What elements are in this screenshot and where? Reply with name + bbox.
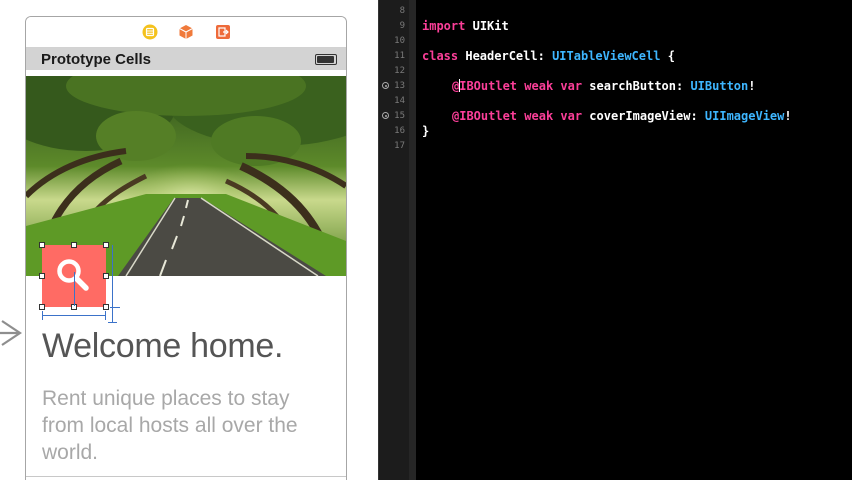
exit-icon[interactable] <box>215 24 231 40</box>
constraint-cap <box>42 311 43 320</box>
selection-handle[interactable] <box>103 304 109 310</box>
selection-handle[interactable] <box>103 242 109 248</box>
code-editor[interactable]: 8 9 10 11 12 13 14 15 16 17 import UIKit… <box>378 0 852 480</box>
selection-handle[interactable] <box>103 273 109 279</box>
code-line-search-outlet[interactable]: @IBOutlet weak var searchButton: UIButto… <box>452 79 755 93</box>
brace: { <box>667 49 675 63</box>
first-responder-icon[interactable] <box>178 24 194 40</box>
class-name: HeaderCell: <box>465 49 545 63</box>
type-name: UIButton <box>690 79 749 93</box>
constraint-cap <box>110 307 120 308</box>
code-line-import[interactable]: import UIKit <box>422 19 509 33</box>
cell-separator <box>26 476 346 477</box>
attribute: IBOutlet <box>459 79 518 93</box>
line-number: 17 <box>394 141 405 151</box>
gutter-divider <box>409 0 416 480</box>
brace: } <box>422 124 430 138</box>
selection-handle[interactable] <box>39 304 45 310</box>
keyword: class <box>422 49 459 63</box>
code-line-cover-outlet[interactable]: @IBOutlet weak var coverImageView: UIIma… <box>452 109 792 123</box>
constraint-cap <box>108 322 117 323</box>
selection-handle[interactable] <box>71 242 77 248</box>
outlet-connection-icon[interactable] <box>382 112 389 119</box>
navigation-bar: Prototype Cells <box>26 48 346 70</box>
keyword: weak var <box>524 109 583 123</box>
code-line-class[interactable]: class HeaderCell: UITableViewCell { <box>422 49 675 63</box>
outlet-connection-icon[interactable] <box>382 82 389 89</box>
punctuation: ! <box>748 79 756 93</box>
keyword: weak var <box>524 79 583 93</box>
entry-point-arrow-icon <box>0 320 22 346</box>
constraint-line[interactable] <box>74 272 75 306</box>
table-view-controller-scene[interactable]: Prototype Cells Welcome home. Rent uniqu… <box>25 16 347 480</box>
width-constraint-line[interactable] <box>42 315 106 316</box>
selection-handle[interactable] <box>39 242 45 248</box>
attribute: @IBOutlet <box>452 109 518 123</box>
storyboard-canvas[interactable]: Prototype Cells Welcome home. Rent uniqu… <box>0 0 378 480</box>
punctuation: ! <box>784 109 792 123</box>
module-name: UIKit <box>472 19 509 33</box>
constraint-cap <box>105 311 106 320</box>
line-number: 14 <box>394 96 405 106</box>
code-line-close[interactable]: } <box>422 124 429 138</box>
height-constraint-line[interactable] <box>112 245 113 323</box>
property-name: searchButton: <box>589 79 684 93</box>
line-number: 8 <box>399 6 405 16</box>
line-number: 12 <box>394 66 405 76</box>
battery-icon <box>315 54 337 65</box>
keyword: import <box>422 19 466 33</box>
line-number: 11 <box>394 51 405 61</box>
welcome-label[interactable]: Welcome home. <box>42 327 283 365</box>
selection-handle[interactable] <box>39 273 45 279</box>
line-number: 9 <box>399 21 405 31</box>
subtitle-label[interactable]: Rent unique places to stay from local ho… <box>42 385 332 466</box>
scene-dock <box>26 17 346 48</box>
nav-title: Prototype Cells <box>41 51 152 68</box>
property-name: coverImageView: <box>589 109 698 123</box>
line-number: 16 <box>394 126 405 136</box>
line-number: 10 <box>394 36 405 46</box>
view-controller-icon[interactable] <box>142 24 158 40</box>
type-name: UITableViewCell <box>552 49 661 63</box>
type-name: UIImageView <box>704 109 785 123</box>
